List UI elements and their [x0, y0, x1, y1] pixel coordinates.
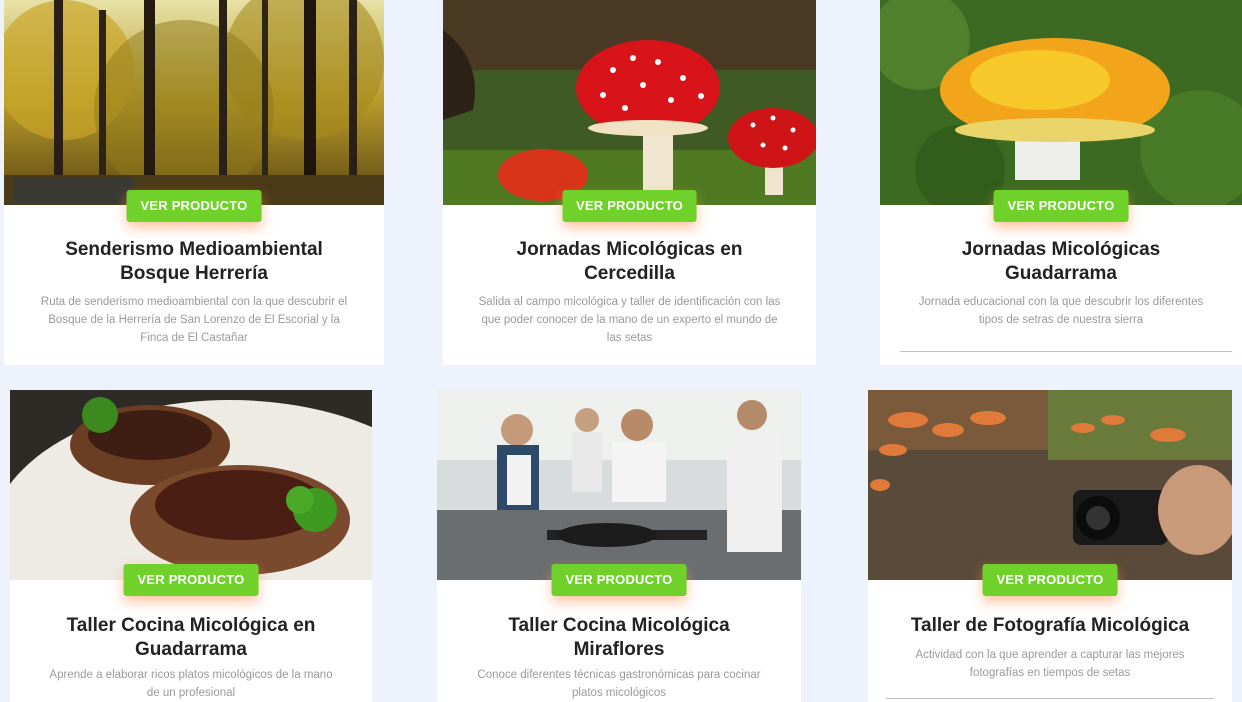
product-image[interactable]	[437, 390, 801, 580]
product-image[interactable]	[443, 0, 816, 205]
card-title[interactable]: Taller de Fotografía Micológica	[868, 614, 1232, 638]
ver-producto-button[interactable]: VER PRODUCTO	[993, 190, 1129, 222]
product-image[interactable]	[10, 390, 372, 580]
product-image[interactable]	[4, 0, 384, 205]
ver-producto-button[interactable]: VER PRODUCTO	[982, 564, 1118, 596]
product-card: VER PRODUCTO Taller Cocina Micológica en…	[10, 390, 372, 702]
product-card: VER PRODUCTO Senderismo Medioambiental B…	[4, 0, 384, 365]
ver-producto-button[interactable]: VER PRODUCTO	[551, 564, 687, 596]
card-title[interactable]: Jornadas Micológicas Guadarrama	[880, 238, 1242, 286]
divider	[886, 698, 1214, 699]
forest-image	[4, 0, 384, 205]
card-description: Ruta de senderismo medioambiental con la…	[40, 296, 348, 344]
stuffed-mushrooms-image	[10, 390, 372, 580]
product-image[interactable]	[868, 390, 1232, 580]
ver-producto-button[interactable]: VER PRODUCTO	[562, 190, 697, 222]
card-description: Aprende a elaborar ricos platos micológi…	[49, 669, 333, 699]
cooking-class-image	[437, 390, 801, 580]
product-card: VER PRODUCTO Taller de Fotografía Micoló…	[868, 390, 1232, 702]
card-title[interactable]: Taller Cocina Micológica en Guadarrama	[10, 614, 372, 662]
card-title[interactable]: Jornadas Micológicas en Cercedilla	[443, 238, 816, 286]
orange-mushroom-image	[880, 0, 1242, 205]
card-title[interactable]: Senderismo Medioambiental Bosque Herrerí…	[4, 238, 384, 286]
card-title[interactable]: Taller Cocina Micológica Miraflores	[437, 614, 801, 662]
card-description: Jornada educacional con la que descubrir…	[918, 296, 1204, 326]
card-description: Salida al campo micológica y taller de i…	[478, 296, 781, 344]
product-image[interactable]	[880, 0, 1242, 205]
card-description: Conoce diferentes técnicas gastronómicas…	[477, 669, 761, 699]
card-description: Actividad con la que aprender a capturar…	[915, 649, 1185, 679]
photography-image	[868, 390, 1232, 580]
product-card: VER PRODUCTO Jornadas Micológicas Guadar…	[880, 0, 1242, 365]
ver-producto-button[interactable]: VER PRODUCTO	[126, 190, 262, 222]
product-card: VER PRODUCTO Taller Cocina Micológica Mi…	[437, 390, 801, 702]
red-mushrooms-image	[443, 0, 816, 205]
ver-producto-button[interactable]: VER PRODUCTO	[123, 564, 259, 596]
product-card: VER PRODUCTO Jornadas Micológicas en Cer…	[443, 0, 816, 365]
divider	[900, 351, 1232, 352]
